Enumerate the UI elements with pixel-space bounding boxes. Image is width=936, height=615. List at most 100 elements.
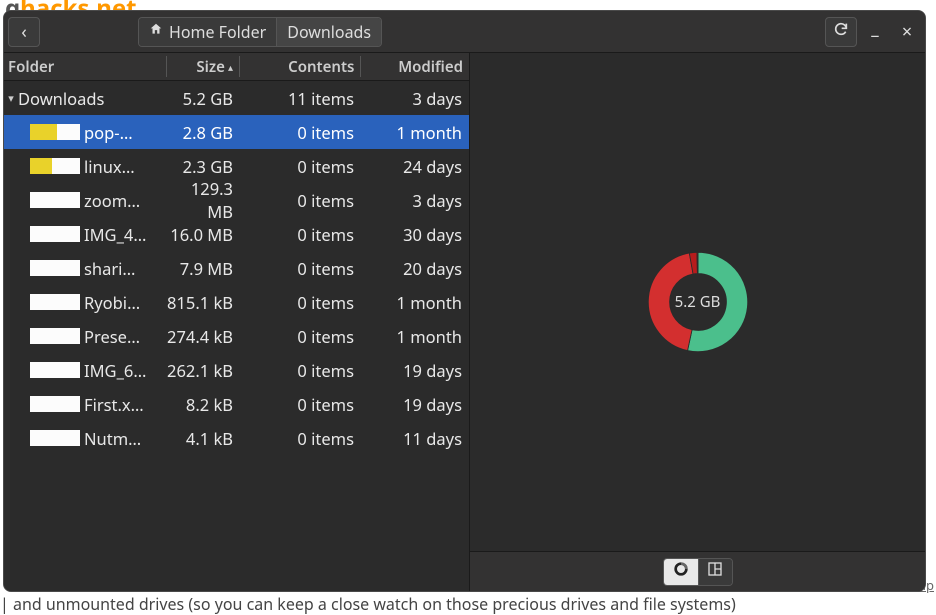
breadcrumb-current[interactable]: Downloads	[277, 18, 381, 46]
parent-row-size: 5.2 GB	[167, 87, 239, 110]
column-headers: Folder Size ▴ Contents Modified	[4, 53, 469, 81]
ring-chart-button[interactable]	[664, 559, 698, 585]
collapse-icon[interactable]: ▾	[4, 91, 18, 106]
parent-row-modified: 3 days	[360, 87, 468, 110]
row-name: Ryobi…	[84, 291, 167, 314]
rows-container: ▾ Downloads 5.2 GB 11 items 3 days pop-……	[4, 81, 469, 591]
view-toggle	[663, 558, 733, 586]
header-folder[interactable]: Folder	[4, 57, 166, 77]
breadcrumb-current-label: Downloads	[287, 21, 371, 43]
row-name: pop-…	[84, 121, 167, 144]
donut-chart: 5.2 GB	[627, 231, 769, 373]
row-modified: 24 days	[360, 155, 468, 178]
refresh-button[interactable]	[825, 17, 857, 47]
row-modified: 19 days	[360, 359, 468, 382]
row-name: zoom…	[84, 189, 167, 212]
ring-chart-icon	[673, 561, 689, 582]
table-row[interactable]: Nutm…4.1 kB0 items11 days	[4, 421, 469, 455]
minimize-button[interactable]: _	[861, 17, 889, 47]
row-contents: 0 items	[239, 223, 360, 246]
row-modified: 30 days	[360, 223, 468, 246]
back-button[interactable]: ‹	[8, 17, 40, 47]
row-modified: 20 days	[360, 257, 468, 280]
row-name: Prese…	[84, 325, 167, 348]
table-row[interactable]: IMG_6…262.1 kB0 items19 days	[4, 353, 469, 387]
table-row[interactable]: shari…7.9 MB0 items20 days	[4, 251, 469, 285]
size-bar	[30, 158, 80, 174]
tree-pane: Folder Size ▴ Contents Modified ▾ Downlo…	[4, 53, 470, 591]
row-name: IMG_6…	[84, 359, 167, 382]
row-contents: 0 items	[239, 121, 360, 144]
row-modified: 1 month	[360, 121, 468, 144]
row-size: 8.2 kB	[167, 393, 239, 416]
row-size: 129.3 MB	[167, 177, 239, 223]
parent-row-contents: 11 items	[239, 87, 360, 110]
row-name: IMG_4…	[84, 223, 167, 246]
bottom-toolbar	[470, 551, 925, 591]
row-size: 815.1 kB	[167, 291, 239, 314]
header-size-label: Size	[196, 57, 225, 77]
row-modified: 3 days	[360, 189, 468, 212]
row-contents: 0 items	[239, 325, 360, 348]
row-size: 4.1 kB	[167, 427, 239, 450]
row-modified: 19 days	[360, 393, 468, 416]
row-modified: 1 month	[360, 325, 468, 348]
row-contents: 0 items	[239, 189, 360, 212]
row-name: linux…	[84, 155, 167, 178]
row-name: First.x…	[84, 393, 167, 416]
close-button[interactable]: ×	[893, 17, 921, 47]
home-icon	[149, 22, 163, 41]
donut-center-label: 5.2 GB	[675, 292, 721, 312]
treemap-button[interactable]	[698, 559, 732, 585]
parent-row-name: Downloads	[18, 87, 167, 110]
table-row[interactable]: pop-…2.8 GB0 items1 month	[4, 115, 469, 149]
row-size: 16.0 MB	[167, 223, 239, 246]
title-bar: ‹ Home Folder Downloads _ ×	[4, 11, 925, 53]
row-size: 2.3 GB	[167, 155, 239, 178]
table-row[interactable]: Prese…274.4 kB0 items1 month	[4, 319, 469, 353]
breadcrumb-home[interactable]: Home Folder	[139, 18, 277, 46]
row-contents: 0 items	[239, 257, 360, 280]
minimize-icon: _	[871, 16, 878, 40]
size-bar	[30, 226, 80, 242]
size-bar	[30, 124, 80, 140]
header-modified[interactable]: Modified	[361, 57, 469, 77]
table-row[interactable]: Ryobi…815.1 kB0 items1 month	[4, 285, 469, 319]
size-bar	[30, 396, 80, 412]
treemap-icon	[707, 561, 723, 582]
parent-row[interactable]: ▾ Downloads 5.2 GB 11 items 3 days	[4, 81, 469, 115]
header-size[interactable]: Size ▴	[167, 57, 239, 77]
breadcrumb: Home Folder Downloads	[138, 17, 382, 47]
row-modified: 1 month	[360, 291, 468, 314]
row-name: Nutm…	[84, 427, 167, 450]
row-contents: 0 items	[239, 393, 360, 416]
background-article-text: | and unmounted drives (so you can keep …	[0, 593, 736, 615]
sort-asc-icon: ▴	[228, 60, 233, 74]
chevron-left-icon: ‹	[21, 20, 27, 44]
header-contents[interactable]: Contents	[240, 57, 360, 77]
chart-pane: 5.2 GB	[470, 53, 925, 591]
size-bar	[30, 260, 80, 276]
table-row[interactable]: zoom…129.3 MB0 items3 days	[4, 183, 469, 217]
row-contents: 0 items	[239, 155, 360, 178]
row-modified: 11 days	[360, 427, 468, 450]
row-size: 274.4 kB	[167, 325, 239, 348]
disk-usage-window: ‹ Home Folder Downloads _ ×	[3, 10, 926, 592]
row-name: shari…	[84, 257, 167, 280]
row-contents: 0 items	[239, 291, 360, 314]
row-size: 262.1 kB	[167, 359, 239, 382]
breadcrumb-home-label: Home Folder	[169, 21, 266, 43]
row-size: 7.9 MB	[167, 257, 239, 280]
size-bar	[30, 294, 80, 310]
table-row[interactable]: IMG_4…16.0 MB0 items30 days	[4, 217, 469, 251]
row-contents: 0 items	[239, 427, 360, 450]
size-bar	[30, 192, 80, 208]
row-contents: 0 items	[239, 359, 360, 382]
size-bar	[30, 328, 80, 344]
size-bar	[30, 362, 80, 378]
table-row[interactable]: First.x…8.2 kB0 items19 days	[4, 387, 469, 421]
close-icon: ×	[902, 20, 912, 44]
row-size: 2.8 GB	[167, 121, 239, 144]
size-bar	[30, 430, 80, 446]
chart-area: 5.2 GB	[470, 53, 925, 551]
